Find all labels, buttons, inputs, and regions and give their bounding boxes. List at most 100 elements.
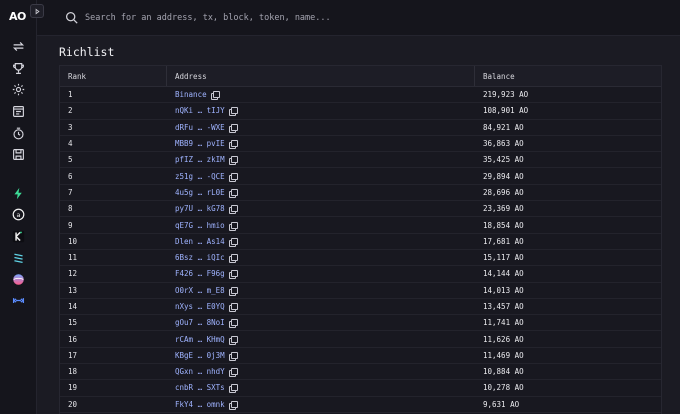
address-link[interactable]: cnbR … SXTs <box>175 383 225 392</box>
address-link[interactable]: pfIZ … zkIM <box>175 155 225 164</box>
address-cell: F426 … F96g <box>166 269 474 280</box>
address-link[interactable]: py7U … kG78 <box>175 204 225 213</box>
table-row: 4 MBB9 … pvIE 36,863 AO <box>60 136 661 153</box>
save-icon[interactable] <box>10 146 26 162</box>
address-link[interactable]: Binance <box>175 90 207 99</box>
balance-cell: 36,863 AO <box>483 139 524 149</box>
address-link[interactable]: z51g … -QCE <box>175 172 225 181</box>
table-body: 1 Binance 219,923 AO 2 nQKi … tIJY 108,901 AO… <box>60 87 661 413</box>
globe-icon[interactable] <box>10 271 26 287</box>
settings-icon[interactable] <box>10 81 26 97</box>
address-cell: cnbR … SXTs <box>166 383 474 394</box>
copy-icon[interactable] <box>228 237 238 247</box>
ao-logo[interactable]: AO <box>9 10 29 24</box>
rank-cell: 6 <box>68 171 73 181</box>
address-cell: 4u5g … rL0E <box>166 188 474 198</box>
copy-icon[interactable] <box>228 140 238 150</box>
address-link[interactable]: QGxn … nhdY <box>175 367 225 376</box>
trophy-icon[interactable] <box>10 60 26 76</box>
address-link[interactable]: gOu7 … 8NoI <box>175 318 225 327</box>
copy-icon[interactable] <box>228 254 238 264</box>
address-cell: gOu7 … 8NoI <box>166 318 474 329</box>
address-cell: O0rX … m_E8 <box>166 286 474 296</box>
rank-cell: 3 <box>68 122 73 132</box>
balance-cell: 13,457 AO <box>483 302 524 311</box>
address-cell: qE7G … hmio <box>166 221 474 231</box>
address-cell: nXys … E0YQ <box>166 302 474 312</box>
copy-icon[interactable] <box>228 368 238 378</box>
balance-cell: 14,013 AO <box>483 285 524 295</box>
rank-cell: 17 <box>68 350 78 360</box>
copy-icon[interactable] <box>228 335 238 345</box>
k-icon[interactable] <box>10 228 26 244</box>
rank-cell: 16 <box>68 334 78 344</box>
history-icon[interactable] <box>10 125 26 141</box>
layers-icon[interactable] <box>10 249 26 265</box>
address-link[interactable]: nXys … E0YQ <box>175 302 225 311</box>
rank-cell: 20 <box>68 399 78 409</box>
balance-cell: 108,901 AO <box>483 106 529 116</box>
address-link[interactable]: F426 … F96g <box>175 269 225 278</box>
copy-icon[interactable] <box>228 384 238 394</box>
address-cell: rCAm … KHmQ <box>166 335 474 345</box>
copy-icon[interactable] <box>228 303 238 312</box>
balance-cell: 11,469 AO <box>483 350 524 360</box>
copy-icon[interactable] <box>228 188 238 198</box>
table-row: 17 KBgE … 0j3M 11,469 AO <box>60 348 661 365</box>
copy-icon[interactable] <box>228 351 238 361</box>
address-cell: z51g … -QCE <box>166 172 474 182</box>
copy-icon[interactable] <box>228 205 238 215</box>
copy-icon[interactable] <box>228 319 238 329</box>
rank-cell: 15 <box>68 318 78 328</box>
copy-icon[interactable] <box>228 221 238 231</box>
address-link[interactable]: KBgE … 0j3M <box>175 351 225 360</box>
copy-icon[interactable] <box>228 172 238 182</box>
copy-icon[interactable] <box>228 270 238 280</box>
address-cell: dRFu … -WXE <box>166 123 474 133</box>
address-link[interactable]: nQKi … tIJY <box>175 106 225 115</box>
address-link[interactable]: MBB9 … pvIE <box>175 139 225 148</box>
table-row: 10 Dlen … As14 17,681 AO <box>60 234 661 250</box>
copy-icon[interactable] <box>228 123 238 133</box>
copy-icon[interactable] <box>228 400 238 410</box>
address-link[interactable]: Dlen … As14 <box>175 237 225 246</box>
balance-cell: 10,884 AO <box>483 367 524 377</box>
address-link[interactable]: rCAm … KHmQ <box>175 335 225 344</box>
address-column-header[interactable]: Address <box>166 66 474 86</box>
rank-column-header[interactable]: Rank <box>60 66 166 86</box>
table-row: 3 dRFu … -WXE 84,921 AO <box>60 120 661 136</box>
balance-cell: 11,741 AO <box>483 318 524 328</box>
transfer-icon[interactable] <box>10 38 26 54</box>
rank-cell: 4 <box>68 139 73 149</box>
table-row: 1 Binance 219,923 AO <box>60 87 661 104</box>
address-link[interactable]: dRFu … -WXE <box>175 123 225 132</box>
balance-cell: 17,681 AO <box>483 236 524 246</box>
search-input[interactable] <box>85 9 445 27</box>
address-cell: py7U … kG78 <box>166 204 474 215</box>
table-row: 14 nXys … E0YQ 13,457 AO <box>60 299 661 316</box>
balance-column-header[interactable]: Balance <box>474 66 661 86</box>
expand-sidebar-button[interactable] <box>30 4 44 18</box>
copy-icon[interactable] <box>228 107 238 117</box>
address-cell: Dlen … As14 <box>166 237 474 247</box>
a-circle-icon[interactable]: a <box>10 206 26 222</box>
address-link[interactable]: FkY4 … omnk <box>175 400 225 409</box>
table-row: 2 nQKi … tIJY 108,901 AO <box>60 103 661 120</box>
process-icon[interactable] <box>10 103 26 119</box>
lightning-icon[interactable] <box>10 185 26 201</box>
address-link[interactable]: qE7G … hmio <box>175 221 225 230</box>
richlist-table: Rank Address Balance 1 Binance 219,923 AO 2… <box>59 65 662 414</box>
table-row: 11 6Bsz … iQIc 15,117 AO <box>60 250 661 267</box>
balance-cell: 28,696 AO <box>483 187 524 197</box>
address-link[interactable]: 6Bsz … iQIc <box>175 253 225 262</box>
balance-cell: 15,117 AO <box>483 253 524 263</box>
address-link[interactable]: O0rX … m_E8 <box>175 286 225 295</box>
bridge-icon[interactable] <box>10 292 26 308</box>
table-row: 13 O0rX … m_E8 14,013 AO <box>60 283 661 299</box>
copy-icon[interactable] <box>228 286 238 296</box>
sidebar: AO a <box>0 0 37 414</box>
address-link[interactable]: 4u5g … rL0E <box>175 188 225 197</box>
table-row: 5 pfIZ … zkIM 35,425 AO <box>60 152 661 169</box>
copy-icon[interactable] <box>228 156 238 166</box>
copy-icon[interactable] <box>210 91 220 101</box>
